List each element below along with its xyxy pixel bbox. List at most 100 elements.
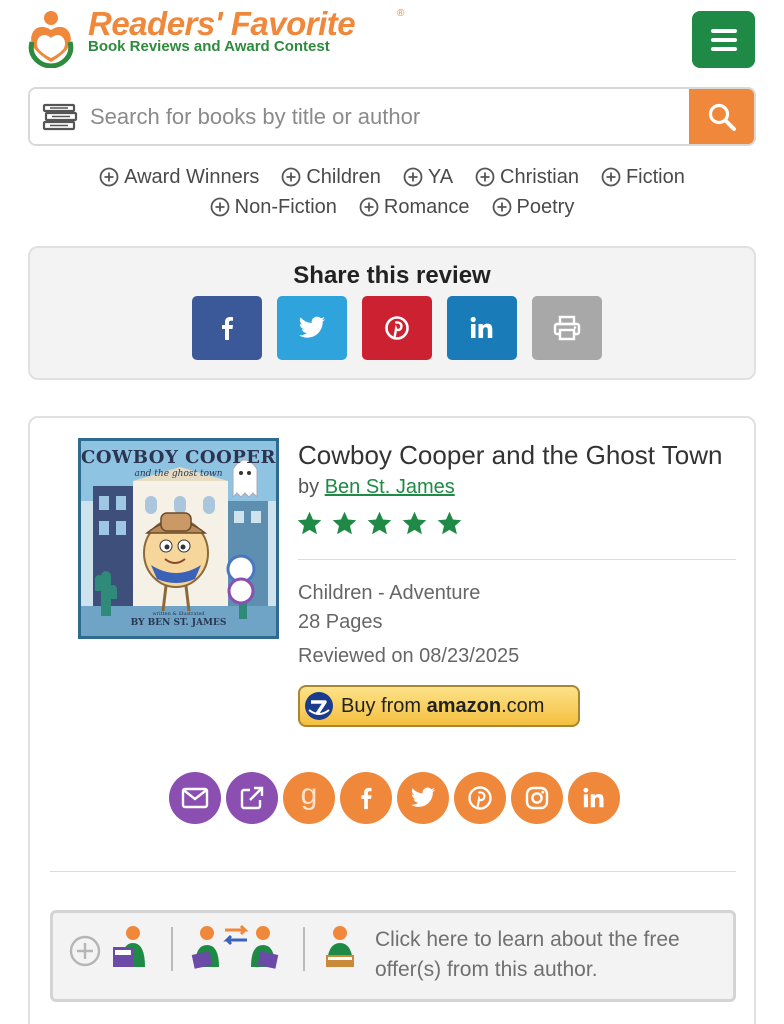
- category-ya[interactable]: YA: [403, 166, 453, 189]
- book-title: Cowboy Cooper and the Ghost Town: [298, 440, 723, 470]
- amazon-logo-icon: [305, 692, 333, 720]
- category-label: Award Winners: [124, 165, 260, 188]
- separator: [171, 927, 173, 971]
- divider: [298, 559, 736, 560]
- menu-button[interactable]: [692, 11, 755, 68]
- facebook-icon: [361, 787, 372, 810]
- amazon-suffix: .com: [501, 694, 545, 717]
- linkedin-icon: [470, 316, 493, 338]
- author-social-links: g: [169, 772, 620, 824]
- category-label: Romance: [383, 195, 470, 218]
- category-poetry[interactable]: Poetry: [492, 195, 575, 219]
- search-button[interactable]: [689, 89, 754, 144]
- email-icon: [181, 787, 209, 809]
- category-children[interactable]: Children: [281, 166, 381, 189]
- category-fiction[interactable]: Fiction: [601, 166, 685, 189]
- hamburger-line: [710, 37, 737, 42]
- category-award-winners[interactable]: Award Winners: [99, 166, 259, 189]
- print-button[interactable]: [532, 296, 602, 360]
- share-buttons: [192, 296, 602, 360]
- cover-subtitle: and the ghost town: [134, 469, 223, 479]
- category-label: Christian: [500, 165, 579, 188]
- rating-stars: [296, 510, 463, 537]
- buy-amazon-button[interactable]: Buy from amazon.com: [298, 685, 580, 727]
- author-facebook-button[interactable]: [340, 772, 392, 824]
- divider: [50, 871, 736, 872]
- plus-circle-icon: [281, 167, 301, 187]
- share-facebook-button[interactable]: [192, 296, 262, 360]
- category-christian[interactable]: Christian: [475, 166, 579, 189]
- review-date: Reviewed on 08/23/2025: [298, 645, 520, 667]
- separator: [303, 927, 305, 971]
- books-icon: [42, 103, 78, 130]
- plus-circle-icon: [492, 197, 511, 217]
- share-title: Share this review: [293, 262, 491, 289]
- external-link-icon: [240, 786, 264, 810]
- reader-book-icon: [113, 926, 145, 967]
- star-icon: [367, 511, 392, 535]
- search-field[interactable]: [30, 89, 689, 144]
- plus-circle-icon: [210, 197, 230, 217]
- twitter-icon: [299, 316, 326, 338]
- search-icon: [708, 103, 736, 131]
- book-review-card: COWBOY COOPER and the ghost town written…: [28, 416, 756, 1024]
- twitter-icon: [411, 787, 436, 807]
- category-non-fiction[interactable]: Non-Fiction: [210, 196, 337, 219]
- byline: by Ben St. James: [298, 476, 455, 499]
- print-icon: [553, 315, 581, 341]
- plus-circle-icon: [99, 167, 119, 187]
- book-pages: 28 Pages: [298, 611, 383, 633]
- author-pinterest-button[interactable]: [454, 772, 506, 824]
- book-cover[interactable]: COWBOY COOPER and the ghost town written…: [78, 438, 279, 639]
- linkedin-icon: [583, 787, 604, 808]
- category-label: Non-Fiction: [234, 195, 337, 218]
- goodreads-icon: g: [300, 778, 318, 811]
- pinterest-icon: [468, 786, 492, 810]
- author-linkedin-button[interactable]: [568, 772, 620, 824]
- plus-circle-icon: [475, 167, 495, 187]
- category-label: YA: [427, 165, 454, 188]
- site-header: Readers' Favorite ® Book Reviews and Awa…: [0, 0, 784, 80]
- reader-icon: [326, 926, 354, 967]
- search-input[interactable]: [90, 103, 670, 130]
- facebook-icon: [222, 317, 233, 340]
- author-email-button[interactable]: [169, 772, 221, 824]
- hamburger-line: [710, 46, 737, 51]
- free-offer-banner[interactable]: Click here to learn about the free offer…: [50, 910, 736, 1002]
- author-twitter-button[interactable]: [397, 772, 449, 824]
- amazon-prefix: Buy from: [341, 694, 422, 717]
- category-label: Fiction: [625, 165, 685, 188]
- share-panel: Share this review: [28, 246, 756, 380]
- share-linkedin-button[interactable]: [447, 296, 517, 360]
- pinterest-icon: [385, 316, 409, 340]
- share-twitter-button[interactable]: [277, 296, 347, 360]
- category-label: Poetry: [516, 195, 575, 218]
- free-offer-text: Click here to learn about the free offer…: [375, 928, 680, 981]
- category-row: Award Winners Children YA Christian Fict…: [0, 162, 784, 192]
- category-romance[interactable]: Romance: [359, 196, 470, 219]
- plus-circle-icon: [359, 197, 379, 217]
- book-genre: Children - Adventure: [298, 582, 481, 604]
- cover-credit-small: written & illustrated: [152, 611, 205, 617]
- author-goodreads-button[interactable]: g: [283, 772, 335, 824]
- cover-title: COWBOY COOPER: [81, 447, 276, 468]
- author-website-button[interactable]: [226, 772, 278, 824]
- byline-prefix: by: [298, 476, 320, 498]
- plus-circle-icon: [601, 167, 621, 187]
- instagram-icon: [525, 786, 549, 810]
- share-pinterest-button[interactable]: [362, 296, 432, 360]
- amazon-label: Buy from amazon.com: [341, 695, 544, 718]
- hamburger-icon: [710, 28, 737, 33]
- registered-mark: ®: [397, 8, 405, 19]
- author-instagram-button[interactable]: [511, 772, 563, 824]
- amazon-brand: amazon: [426, 694, 502, 717]
- logo-icon[interactable]: [26, 8, 76, 68]
- cover-credit-author: BY BEN ST. JAMES: [130, 618, 227, 628]
- book-exchange-icon: [191, 924, 279, 969]
- star-icon: [402, 511, 427, 535]
- brand-tagline: Book Reviews and Award Contest: [88, 38, 330, 55]
- author-link[interactable]: Ben St. James: [325, 476, 455, 498]
- category-links: Award Winners Children YA Christian Fict…: [0, 162, 784, 222]
- star-icon: [332, 511, 357, 535]
- category-row: Non-Fiction Romance Poetry: [0, 192, 784, 222]
